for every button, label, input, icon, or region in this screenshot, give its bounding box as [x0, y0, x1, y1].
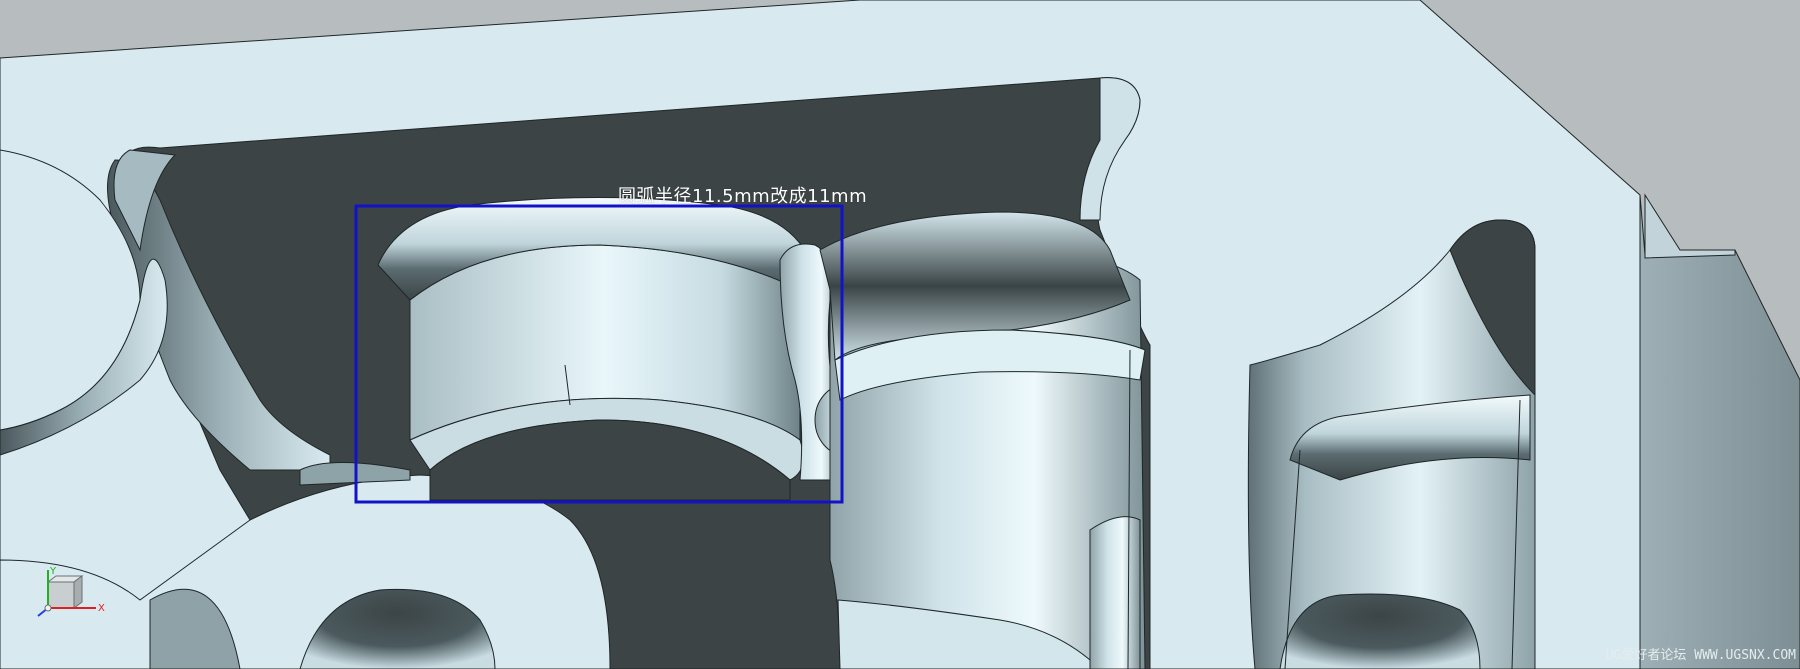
- annotation-label: 圆弧半径11.5mm改成11mm: [618, 186, 868, 207]
- cylinder-side-pocket: [1089, 516, 1141, 669]
- cad-model-view[interactable]: [0, 0, 1800, 669]
- triad-x-label: X: [98, 603, 105, 614]
- graphics-viewport[interactable]: 圆弧半径11.5mm改成11mm X Y UG爱好者论坛 WWW.UGSNX.C…: [0, 0, 1800, 669]
- view-triad-icon[interactable]: X Y: [36, 566, 106, 626]
- triad-y-label: Y: [49, 566, 57, 577]
- watermark-text: UG爱好者论坛 WWW.UGSNX.COM: [1605, 648, 1796, 663]
